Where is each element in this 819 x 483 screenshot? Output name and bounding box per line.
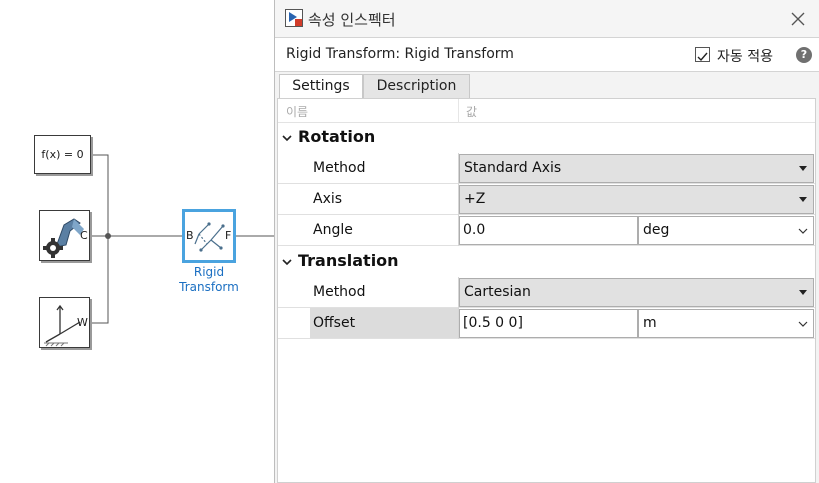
chevron-down-icon <box>798 321 808 327</box>
caption-line-2: Transform <box>179 280 239 294</box>
tab-description[interactable]: Description <box>363 74 470 98</box>
checkmark-icon <box>697 52 708 62</box>
caption-line-1: Rigid <box>193 265 225 279</box>
grid-column-header: 이름 값 <box>278 99 815 123</box>
translation-method-value: Cartesian <box>464 284 531 300</box>
row-translation-offset: Offset [0.5 0 0] m <box>278 308 815 339</box>
inspector-tabs: Settings Description <box>275 72 819 98</box>
rotation-method-dropdown[interactable]: Standard Axis <box>459 154 814 183</box>
rotation-method-value: Standard Axis <box>464 160 562 176</box>
wire-fx <box>91 154 109 236</box>
help-icon[interactable]: ? <box>796 47 812 63</box>
fx-block[interactable]: f(x) = 0 <box>34 135 91 174</box>
world-frame-block[interactable]: W <box>39 297 90 348</box>
fx-block-label: f(x) = 0 <box>41 148 84 161</box>
rigid-transform-caption[interactable]: Rigid Transform <box>170 265 248 295</box>
rigid-port-f: F <box>225 229 232 242</box>
translation-offset-unit: m <box>643 315 657 331</box>
rotation-angle-label: Angle <box>313 222 353 238</box>
auto-apply-checkbox[interactable] <box>695 47 710 62</box>
tab-settings[interactable]: Settings <box>279 74 363 98</box>
property-grid: 이름 값 Rotation Method Standard Axis Axis … <box>277 98 816 483</box>
inspector-app-icon <box>285 9 303 27</box>
solver-port-label: C <box>80 229 88 242</box>
rigid-transform-block[interactable]: B F <box>182 209 236 263</box>
rotation-axis-label: Axis <box>313 191 343 207</box>
inspector-titlebar: 속성 인스펙터 <box>275 0 819 37</box>
group-rotation-title: Rotation <box>298 127 376 146</box>
translation-method-dropdown[interactable]: Cartesian <box>459 278 814 307</box>
row-translation-method: Method Cartesian <box>278 277 815 308</box>
group-rotation[interactable]: Rotation <box>278 124 815 152</box>
dropdown-arrow-icon <box>799 166 807 171</box>
group-translation-title: Translation <box>298 251 399 270</box>
auto-apply-label[interactable]: 자동 적용 <box>717 46 773 66</box>
inspector-title: 속성 인스펙터 <box>308 11 396 29</box>
dropdown-arrow-icon <box>799 197 807 202</box>
solver-config-block[interactable]: C <box>39 210 90 261</box>
dropdown-arrow-icon <box>799 290 807 295</box>
row-rotation-angle: Angle 0.0 deg <box>278 215 815 246</box>
property-inspector: 속성 인스펙터 Rigid Transform: Rigid Transform… <box>274 0 819 483</box>
translation-method-label: Method <box>313 284 366 300</box>
world-port-label: W <box>77 316 88 329</box>
column-value-header: 값 <box>466 105 478 119</box>
translation-offset-input[interactable]: [0.5 0 0] <box>459 309 638 338</box>
rotation-axis-dropdown[interactable]: +Z <box>459 185 814 214</box>
rotation-angle-unit-select[interactable]: deg <box>638 216 814 245</box>
translation-offset-unit-select[interactable]: m <box>638 309 814 338</box>
model-canvas[interactable]: f(x) = 0 C W B F Rigid Transform <box>0 0 274 483</box>
block-path: Rigid Transform: Rigid Transform <box>286 46 514 62</box>
rotation-angle-unit: deg <box>643 222 670 238</box>
row-rotation-method: Method Standard Axis <box>278 153 815 184</box>
chevron-down-icon <box>282 259 292 266</box>
translation-offset-label: Offset <box>310 308 458 338</box>
wire-world <box>90 236 109 324</box>
chevron-down-icon <box>798 228 808 234</box>
rotation-method-label: Method <box>313 160 366 176</box>
close-icon[interactable] <box>787 8 809 30</box>
column-name-header: 이름 <box>286 105 309 119</box>
rotation-angle-input[interactable]: 0.0 <box>459 216 638 245</box>
inspector-header: Rigid Transform: Rigid Transform 자동 적용 ? <box>275 37 819 72</box>
group-translation[interactable]: Translation <box>278 248 815 276</box>
rotation-axis-value: +Z <box>464 191 486 207</box>
junction-dot <box>105 233 111 239</box>
rigid-port-b: B <box>186 229 194 242</box>
chevron-down-icon <box>282 135 292 142</box>
row-rotation-axis: Axis +Z <box>278 184 815 215</box>
